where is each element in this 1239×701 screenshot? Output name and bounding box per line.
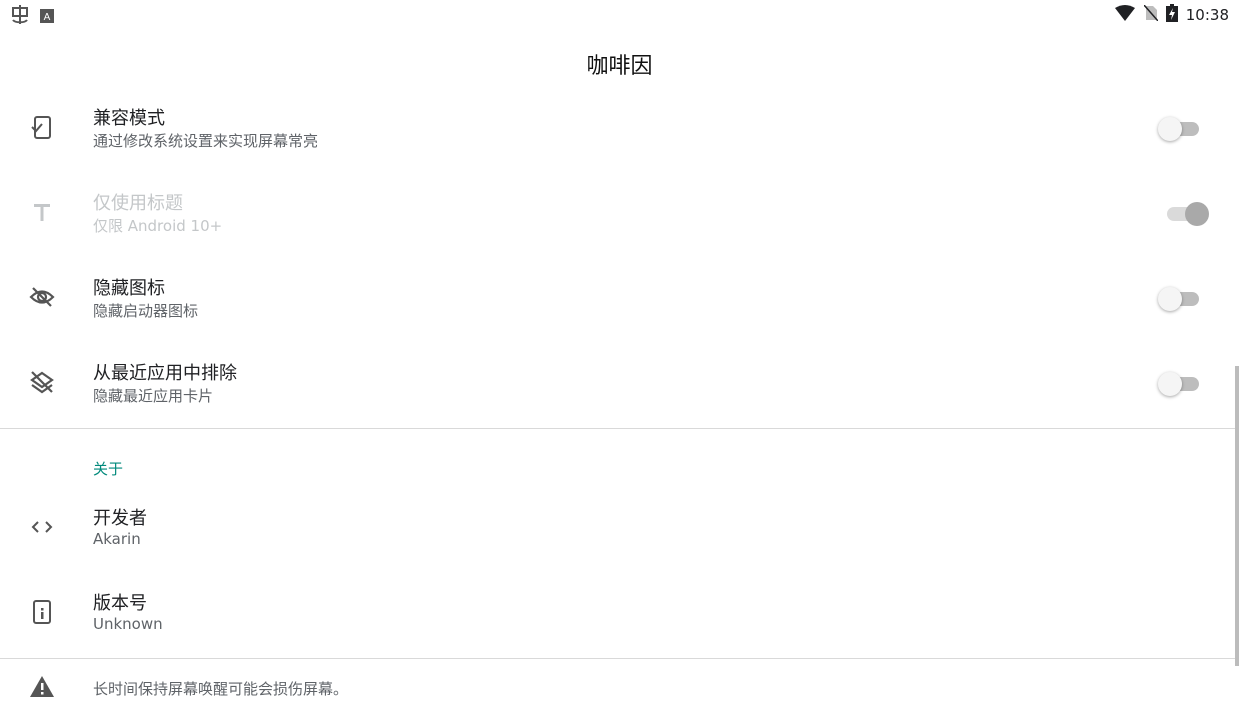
about-title: 开发者 [93,508,147,529]
warning-text: 长时间保持屏幕唤醒可能会损伤屏幕。 [93,680,349,698]
setting-compatibility-mode[interactable]: 兼容模式 通过修改系统设置来实现屏幕常亮 [0,86,1239,171]
about-version[interactable]: 版本号 Unknown [0,571,1239,656]
setting-summary: 隐藏启动器图标 [93,302,199,320]
layers-off-icon [29,369,55,395]
status-time: 10:38 [1185,6,1229,24]
setting-title-only[interactable]: 仅使用标题 仅限 Android 10+ [0,171,1239,256]
exclude-recents-switch[interactable] [1158,372,1199,396]
setting-title: 隐藏图标 [93,278,165,299]
warning-icon [29,675,55,701]
setting-summary: 仅限 Android 10+ [93,217,223,235]
category-about: 关于 [93,460,124,478]
status-bar: A 10:38 [0,0,1239,30]
compatibility-mode-switch[interactable] [1158,117,1199,141]
eye-off-icon [29,284,55,310]
wifi-icon [1114,5,1136,25]
footer-divider [0,658,1239,659]
setting-exclude-recents[interactable]: 从最近应用中排除 隐藏最近应用卡片 [0,341,1239,426]
debug-icon [10,4,30,30]
setting-summary: 隐藏最近应用卡片 [93,387,214,405]
about-summary: Akarin [93,530,141,548]
info-icon [29,599,55,625]
setting-summary: 通过修改系统设置来实现屏幕常亮 [93,132,319,150]
hide-icon-switch[interactable] [1158,287,1199,311]
about-title: 版本号 [93,593,147,614]
section-divider [0,428,1239,429]
page-title: 咖啡因 [586,54,653,79]
keyboard-a-icon: A [40,8,54,27]
scrollbar[interactable] [1235,366,1239,666]
svg-text:A: A [44,12,51,23]
setting-hide-icon[interactable]: 隐藏图标 隐藏启动器图标 [0,256,1239,341]
title-only-switch[interactable] [1159,202,1209,226]
no-sim-icon [1143,4,1159,25]
about-summary: Unknown [93,615,163,633]
code-icon [29,514,55,540]
setting-title: 兼容模式 [93,108,165,129]
about-developer[interactable]: 开发者 Akarin [0,486,1239,571]
battery-charging-icon [1165,4,1178,26]
setting-title: 从最近应用中排除 [93,363,237,384]
phone-check-icon [29,114,55,140]
title-t-icon [29,199,55,225]
setting-title: 仅使用标题 [93,193,183,214]
